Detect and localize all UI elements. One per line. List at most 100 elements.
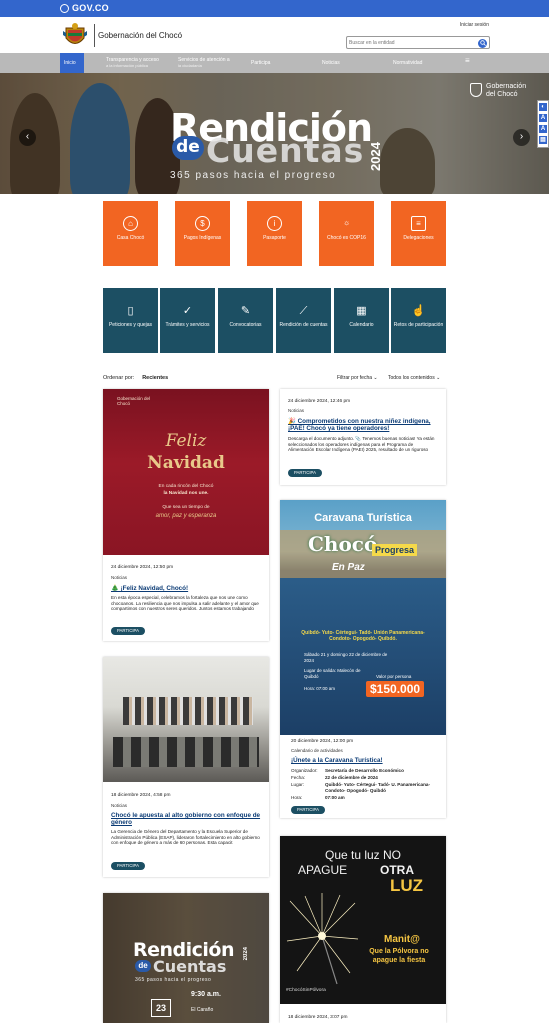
img-logo-text: Gobernación del Chocó — [117, 396, 151, 406]
news-card[interactable]: 18 diciembre 2024, 4:58 pm Noticias Choc… — [103, 657, 269, 877]
img-text: En cada rincón del Chocó — [158, 484, 214, 489]
login-link[interactable]: Iniciar sesión — [460, 22, 489, 28]
tile-tramites[interactable]: ✓ Trámites y servicios — [160, 288, 215, 353]
card-date: 24 diciembre 2024, 12:46 pm — [288, 399, 351, 404]
event-field-value: 22 de diciembre de 2024 — [325, 775, 378, 780]
shield-icon — [470, 83, 482, 97]
card-image-polvora: Que tu luz NO APAGUE OTRA LUZ Manit@ Que… — [280, 836, 446, 1004]
search-input[interactable] — [349, 38, 473, 48]
card-title[interactable]: ¡Únete a la Caravana Turística! — [291, 757, 441, 764]
filter-content-select[interactable]: Todos los contenidos ⌄ — [388, 375, 440, 381]
img-text: LUZ — [390, 876, 424, 895]
nav-item-transparencia[interactable]: Transparencia y acceso a la información p… — [106, 57, 159, 69]
hero-logo-line1: Gobernación — [486, 83, 527, 90]
hero-title-cuentas: Cuentas — [206, 131, 365, 170]
contrast-icon[interactable]: ◐ — [539, 103, 547, 111]
news-card[interactable]: Rendición de Cuentas 2024 365 pasos haci… — [103, 893, 269, 1023]
tile-peticiones[interactable]: ▯ Peticiones y quejas — [103, 288, 158, 353]
tile-label: Pasaporte — [263, 235, 286, 241]
img-text: Hora: 07:00 am — [304, 686, 336, 691]
chevron-down-icon: ⌄ — [373, 375, 378, 381]
card-title[interactable]: 🎉 Comprometidos con nuestra niñez indíge… — [288, 418, 440, 432]
font-decrease-icon[interactable]: A — [539, 114, 547, 122]
tile-calendario[interactable]: ▦ Calendario — [334, 288, 389, 353]
card-image-caravana: Caravana Turística Chocó Progresa En Paz… — [280, 500, 446, 735]
font-increase-icon[interactable]: A — [539, 125, 547, 133]
news-card[interactable]: Que tu luz NO APAGUE OTRA LUZ Manit@ Que… — [280, 836, 446, 1023]
reader-icon[interactable]: ▤ — [539, 136, 547, 144]
govco-emblem-icon — [60, 3, 69, 13]
tile-casa-choco[interactable]: ⌂ Casa Chocó — [103, 201, 158, 266]
card-category: Noticias — [288, 408, 305, 413]
nav-item-participa[interactable]: Participa — [251, 60, 270, 66]
tile-label: Rendición de cuentas — [279, 322, 328, 328]
carousel-prev-button[interactable]: ‹ — [19, 129, 36, 146]
img-text: Que sea un tiempo de — [162, 505, 210, 510]
search-button[interactable] — [478, 38, 487, 48]
participa-button[interactable]: PARTICIPA — [288, 469, 322, 477]
tile-retos[interactable]: ☝ Retos de participación — [391, 288, 446, 353]
nav-item-servicios[interactable]: Servicios de atención a la ciudadanía — [178, 57, 230, 69]
site-header: Gobernación del Chocó Iniciar sesión — [0, 17, 549, 53]
chevron-right-icon: › — [519, 131, 524, 142]
card-date: 24 diciembre 2024, 12:50 pm — [111, 565, 174, 570]
card-title[interactable]: 🎄 ¡Feliz Navidad, Chocó! — [111, 585, 261, 592]
govco-label: GOV.CO — [72, 3, 109, 13]
img-text: amor, paz y esperanza — [155, 513, 217, 519]
img-year: 2024 — [243, 947, 249, 961]
card-title[interactable]: Chocó le apuesta al alto gobierno con en… — [111, 812, 261, 826]
document-icon: ≡ — [411, 216, 426, 231]
img-brand: Chocó — [308, 532, 378, 556]
event-field-value: Quibdó- Yuto- Cértegui- Tadó- U. Panamer… — [325, 782, 430, 793]
tile-pasaporte[interactable]: i Pasaporte — [247, 201, 302, 266]
tile-label: Trámites y servicios — [165, 322, 210, 328]
calendar-icon: ▦ — [356, 305, 367, 317]
hero-tagline: 365 pasos hacia el progreso — [170, 170, 337, 181]
event-field-value: 07:00 am — [325, 795, 345, 800]
coat-of-arms-logo[interactable] — [62, 22, 88, 49]
order-select[interactable]: Recientes — [142, 375, 168, 381]
tile-cop16[interactable]: ☼ Chocó es COP16 — [319, 201, 374, 266]
calendar-icon: 23 — [151, 999, 171, 1017]
tile-convocatorias[interactable]: ✎ Convocatorias — [218, 288, 273, 353]
img-brand: Manit@ — [384, 934, 420, 945]
participa-button[interactable]: PARTICIPA — [291, 806, 325, 814]
tile-pagos-indigenas[interactable]: $ Pagos Indígenas — [175, 201, 230, 266]
news-card[interactable]: Gobernación del Chocó Feliz Navidad En c… — [103, 389, 269, 641]
news-card[interactable]: 24 diciembre 2024, 12:46 pm Noticias 🎉 C… — [280, 389, 446, 485]
img-title: Cuentas — [153, 957, 227, 976]
card-text: La Gerencia de Género del Departamento y… — [111, 829, 260, 846]
card-category: Noticias — [111, 803, 128, 808]
img-title: de — [135, 960, 151, 972]
img-text: Lugar de salida: Malecón de Quibdó — [304, 668, 361, 679]
hand-icon: ☝ — [411, 305, 426, 317]
tile-label: Calendario — [349, 322, 374, 328]
img-text: Que tu luz NO — [324, 848, 402, 862]
participa-button[interactable]: PARTICIPA — [111, 627, 145, 635]
filter-date-select[interactable]: Filtrar por fecha ⌄ — [337, 375, 378, 381]
hero-logo-line2: del Chocó — [486, 91, 518, 98]
carousel-next-button[interactable]: › — [513, 129, 530, 146]
chart-icon: ⟋ — [299, 305, 308, 317]
img-title: Feliz — [165, 431, 207, 451]
site-title[interactable]: Gobernación del Chocó — [98, 31, 182, 40]
card-date: 20 diciembre 2024, 12:00 pm — [291, 739, 354, 744]
tile-delegaciones[interactable]: ≡ Delegaciones — [391, 201, 446, 266]
document-icon: ▯ — [127, 305, 134, 317]
card-image-rendicion: Rendición de Cuentas 2024 365 pasos haci… — [103, 893, 269, 1023]
participa-button[interactable]: PARTICIPA — [111, 862, 145, 870]
sun-icon: ☼ — [342, 218, 351, 227]
info-icon: i — [267, 216, 282, 231]
menu-icon[interactable]: ≡ — [465, 57, 470, 65]
nav-item-inicio[interactable]: Inicio — [60, 53, 84, 73]
nav-item-noticias[interactable]: Noticias — [322, 60, 340, 66]
accessibility-bar: ◐ A A ▤ — [537, 100, 549, 148]
govco-logo[interactable]: GOV.CO — [60, 3, 109, 13]
main-nav: Inicio Transparencia y acceso a la inform… — [0, 53, 549, 73]
tile-rendicion[interactable]: ⟋ Rendición de cuentas — [276, 288, 331, 353]
event-card[interactable]: Caravana Turística Chocó Progresa En Paz… — [280, 500, 446, 818]
chevron-left-icon: ‹ — [25, 131, 30, 142]
check-icon: ✓ — [182, 305, 193, 317]
chevron-down-icon: ⌄ — [436, 375, 441, 381]
nav-item-normatividad[interactable]: Normatividad — [393, 60, 422, 66]
